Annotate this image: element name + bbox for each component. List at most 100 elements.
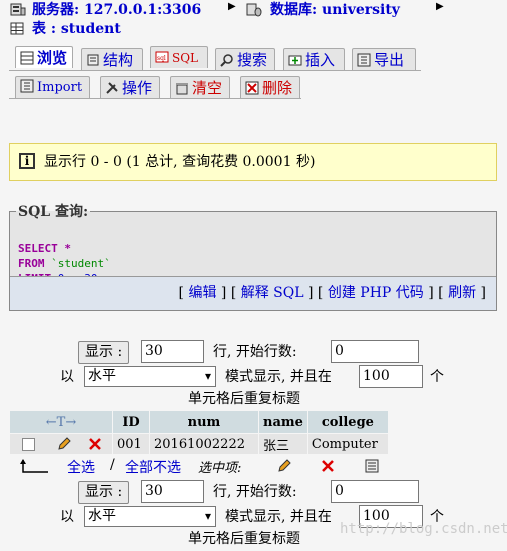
import-icon [20,79,34,93]
table-link[interactable]: 表 : student [32,18,121,38]
sql-token: * [57,242,71,255]
tab-label: 导出 [374,51,405,69]
start-row-input[interactable]: 0 [331,480,419,503]
tab-label: SQL [172,51,199,65]
table-icon [10,22,24,35]
notice-text: 显示行 0 - 0 (1 总计, 查询花费 0.0001 秒) [44,154,316,170]
mode-prefix: 以 [60,369,74,385]
breadcrumb-arrow-icon: ▶ [436,1,444,12]
sql-keyword: SELECT [18,242,58,255]
export-icon [357,53,371,66]
column-header-id[interactable]: ID [113,411,149,433]
show-button[interactable]: 显示 : [78,481,130,504]
tab-drop[interactable]: 删除 [240,76,300,98]
cell-id: 001 [113,434,149,454]
browse-icon [20,51,34,64]
repeat-label: 单元格后重复标题 [188,391,300,407]
svg-text:sql: sql [157,55,166,62]
mode-select[interactable]: 水平 [84,506,216,527]
structure-icon [87,54,99,65]
mode-label: 模式显示, 并且在 [225,369,332,385]
tabs-row2-underline [9,98,301,99]
start-row-input[interactable]: 0 [331,340,419,363]
tab-label: 结构 [103,51,134,69]
cell-num: 20161002222 [150,434,258,454]
rows-label: 行, 开始行数: [213,344,297,360]
sql-query-legend: SQL 查询: [18,204,89,220]
tabs-row1-underline [9,70,421,71]
table-row: 001 20161002222 张三 Computer [10,434,388,454]
tab-browse[interactable]: 浏览 [15,46,73,68]
create-php-link[interactable]: 创建 PHP 代码 [328,285,424,301]
sql-query-box: SQL 查询: SELECT * FROM `student` LIMIT 0 … [9,201,497,311]
empty-icon [176,82,188,94]
repeat-input[interactable]: 100 [359,365,423,388]
tab-insert[interactable]: 插入 [283,48,345,70]
uncheck-all-link[interactable]: 全部不选 [125,457,181,477]
export-selected-icon[interactable] [365,459,379,473]
search-icon [220,53,233,67]
tab-search[interactable]: 搜索 [215,48,275,70]
tab-label: 操作 [122,79,153,97]
tab-label: 删除 [262,79,293,97]
database-link[interactable]: 数据库: university [270,0,400,19]
cell-name: 张三 [259,434,307,454]
tab-label: 插入 [305,51,336,69]
mode-label: 模式显示, 并且在 [225,509,332,525]
cell-college: Computer [307,434,388,454]
mode-value: 水平 [88,508,116,524]
server-link[interactable]: 服务器: 127.0.0.1:3306 [32,0,201,19]
info-icon: i [19,153,35,169]
show-button[interactable]: 显示 : [78,341,130,364]
sort-arrows-header[interactable]: ←T→ [10,411,112,433]
operations-icon [106,81,118,94]
repeat-label: 单元格后重复标题 [188,531,300,547]
arrow-up-icon [20,459,48,473]
tab-label: Import [37,80,83,95]
rows-input[interactable]: 30 [141,480,204,503]
rows-label: 行, 开始行数: [213,484,297,500]
results-table: ←T→ ID num name college 001 20161002222 … [9,410,389,455]
repeat-unit: 个 [430,369,444,385]
sql-token: `student` [44,257,111,270]
row-actions [10,434,112,454]
rows-input[interactable]: 30 [141,340,204,363]
row-checkbox[interactable] [22,437,35,451]
edit-pencil-icon[interactable] [56,436,72,452]
tab-empty[interactable]: 清空 [170,76,230,98]
drop-icon [245,81,259,94]
tab-label: 清空 [192,79,223,97]
with-selected-label: 选中项: [198,461,242,476]
edit-link[interactable]: 编辑 [188,285,216,301]
mode-select[interactable]: 水平 [84,366,216,387]
tab-structure[interactable]: 结构 [81,48,143,70]
sql-actions: [ 编辑 ] [ 解释 SQL ] [ 创建 PHP 代码 ] [ 刷新 ] [10,276,496,310]
mode-value: 水平 [88,368,116,384]
mode-prefix: 以 [60,509,74,525]
insert-icon [288,55,302,65]
breadcrumb-arrow-icon: ▶ [228,1,236,12]
tab-label: 浏览 [37,49,68,67]
refresh-link[interactable]: 刷新 [448,285,476,301]
table-header-row: ←T→ ID num name college [10,411,388,433]
column-header-num[interactable]: num [150,411,258,433]
column-header-college[interactable]: college [307,411,388,433]
check-all-link[interactable]: 全选 [67,457,95,477]
tab-operations[interactable]: 操作 [100,76,160,98]
explain-sql-link[interactable]: 解释 SQL [241,285,304,301]
server-icon [10,3,26,16]
select-divider: / [110,457,115,473]
delete-x-icon[interactable] [88,437,102,451]
tab-label: 搜索 [237,51,268,69]
tab-sql[interactable]: sql SQL [150,46,208,68]
sql-icon: sql [155,51,169,63]
watermark: http://blog.csdn.net/ [340,521,507,537]
edit-selected-icon[interactable] [276,458,292,474]
sql-keyword: FROM [18,257,45,270]
delete-selected-icon[interactable] [321,459,335,473]
result-notice: i 显示行 0 - 0 (1 总计, 查询花费 0.0001 秒) [9,143,497,181]
tab-import[interactable]: Import [15,76,90,98]
tab-export[interactable]: 导出 [352,48,416,70]
column-header-name[interactable]: name [259,411,307,433]
breadcrumb: 服务器: 127.0.0.1:3306 ▶ 数据库: university ▶ … [8,0,507,40]
